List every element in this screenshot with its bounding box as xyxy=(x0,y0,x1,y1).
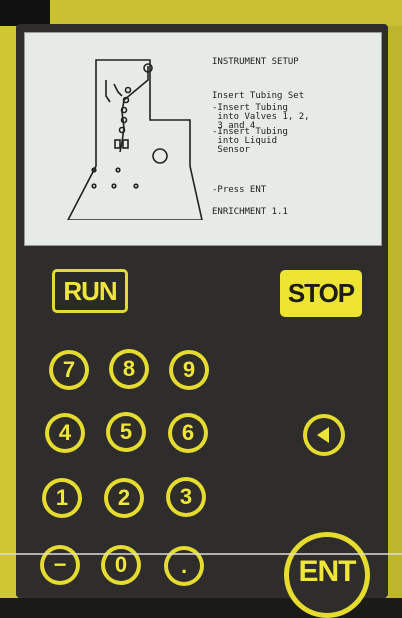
key-9[interactable]: 9 xyxy=(169,350,209,390)
ent-key-label: ENT xyxy=(289,537,365,613)
key-2[interactable]: 2 xyxy=(104,478,144,518)
key-5-label: 5 xyxy=(110,416,142,448)
screen-program-name: ENRICHMENT 1.1 xyxy=(212,207,288,217)
left-arrow-key[interactable] xyxy=(303,414,345,456)
screen-press-prompt: -Press ENT xyxy=(212,185,267,195)
instrument-outline xyxy=(67,59,203,220)
left-arrow-icon xyxy=(307,418,341,452)
tubing-diagram xyxy=(67,59,203,220)
valve-port xyxy=(152,148,168,164)
run-button[interactable]: RUN xyxy=(52,269,128,313)
key-0[interactable]: 0 xyxy=(101,545,141,585)
ent-key[interactable]: ENT xyxy=(284,532,370,618)
key-2-label: 2 xyxy=(108,482,140,514)
right-bezel xyxy=(388,26,402,598)
key-5[interactable]: 5 xyxy=(106,412,146,452)
top-left-shadow xyxy=(0,0,50,26)
key-6[interactable]: 6 xyxy=(168,413,208,453)
key-minus[interactable]: − xyxy=(40,545,80,585)
key-7[interactable]: 7 xyxy=(49,350,89,390)
tube-path xyxy=(119,66,149,153)
key-decimal[interactable]: . xyxy=(164,546,204,586)
key-1[interactable]: 1 xyxy=(42,478,82,518)
key-4-label: 4 xyxy=(49,417,81,449)
screen-title: INSTRUMENT SETUP xyxy=(212,57,299,67)
key-4[interactable]: 4 xyxy=(45,413,85,453)
key-8-label: 8 xyxy=(113,353,145,385)
screen-step-sensor: -Insert Tubing into Liquid Sensor xyxy=(212,127,288,155)
key-1-label: 1 xyxy=(46,482,78,514)
key-3[interactable]: 3 xyxy=(166,477,206,517)
key-7-label: 7 xyxy=(53,354,85,386)
screen-subtitle: Insert Tubing Set xyxy=(212,91,305,101)
video-scrub-line xyxy=(0,553,402,555)
key-3-label: 3 xyxy=(170,481,202,513)
key-8[interactable]: 8 xyxy=(109,349,149,389)
key-6-label: 6 xyxy=(172,417,204,449)
top-bezel xyxy=(0,0,402,26)
stop-button[interactable]: STOP xyxy=(280,270,362,317)
key-9-label: 9 xyxy=(173,354,205,386)
